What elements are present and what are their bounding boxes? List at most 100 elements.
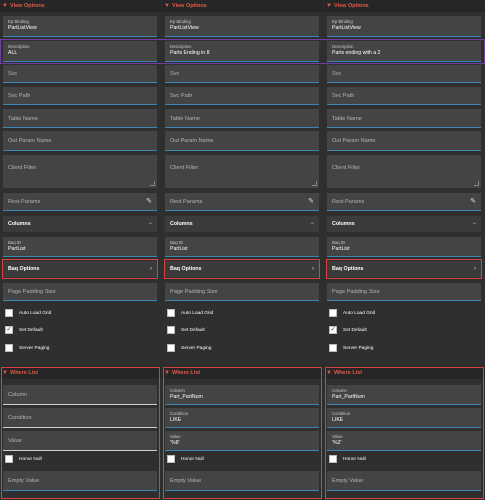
baq-id-field[interactable]: Baq ID PartList <box>3 237 157 257</box>
out-param-name-field[interactable]: Out Param Name <box>327 131 481 151</box>
view-options-title: View Options <box>334 3 369 9</box>
rest-params-field-placeholder: Rest Params <box>170 199 203 205</box>
chevron-down-icon: ▼ <box>164 3 170 9</box>
resize-grip-icon[interactable] <box>150 181 155 186</box>
svc-path-field[interactable]: Svc Path <box>165 87 319 105</box>
ep-binding-field-value: PartListView <box>170 25 199 31</box>
svc-field[interactable]: Svc <box>3 65 157 83</box>
client-filter-field[interactable]: Client Filter <box>3 155 157 188</box>
auto-load-grid-checkbox[interactable]: Auto Load Grid <box>5 309 51 317</box>
out-param-name-field[interactable]: Out Param Name <box>165 131 319 151</box>
view-options-title: View Options <box>172 3 207 9</box>
ep-binding-field[interactable]: Ep Binding PartListView <box>3 16 157 37</box>
set-default-checkbox[interactable]: Set Default <box>167 326 205 334</box>
rest-params-field[interactable]: Rest Params ✎ <box>165 193 319 211</box>
auto-load-grid-checkbox[interactable]: Auto Load Grid <box>167 309 213 317</box>
set-default-checkbox[interactable]: ✓ Set Default <box>329 326 367 334</box>
auto-load-grid-checkbox[interactable]: Auto Load Grid <box>329 309 375 317</box>
baq-options-highlight <box>164 259 320 279</box>
server-paging-checkbox-box[interactable] <box>5 344 13 352</box>
auto-load-grid-checkbox-box[interactable] <box>167 309 175 317</box>
client-filter-field[interactable]: Client Filter <box>327 155 481 188</box>
auto-load-grid-checkbox-label: Auto Load Grid <box>181 310 214 316</box>
client-filter-field[interactable]: Client Filter <box>165 155 319 188</box>
ep-binding-field[interactable]: Ep Binding PartListView <box>327 16 481 37</box>
rest-params-field-placeholder: Rest Params <box>332 199 365 205</box>
client-filter-field-placeholder: Client Filter <box>8 165 37 171</box>
view-options-header[interactable]: ▼ View Options <box>0 0 161 12</box>
ep-binding-field-label: Ep Binding <box>332 19 353 24</box>
page-padding-size-field[interactable]: Page Padding Size <box>165 283 319 301</box>
page-padding-size-field-placeholder: Page Padding Size <box>170 289 218 295</box>
server-paging-checkbox-label: Server Paging <box>343 345 374 351</box>
minus-icon[interactable]: − <box>148 221 152 227</box>
server-paging-checkbox[interactable]: Server Paging <box>329 344 373 352</box>
svc-path-field[interactable]: Svc Path <box>327 87 481 105</box>
svc-field-placeholder: Svc <box>332 71 342 77</box>
svc-field-placeholder: Svc <box>170 71 180 77</box>
baq-id-field-label: Baq ID <box>332 240 346 245</box>
client-filter-field-placeholder: Client Filter <box>332 165 361 171</box>
page-padding-size-field[interactable]: Page Padding Size <box>3 283 157 301</box>
minus-icon[interactable]: − <box>472 221 476 227</box>
server-paging-checkbox[interactable]: Server Paging <box>167 344 211 352</box>
view-options-header[interactable]: ▼ View Options <box>324 0 485 12</box>
svc-field[interactable]: Svc <box>165 65 319 83</box>
out-param-name-field-placeholder: Out Param Name <box>170 138 214 144</box>
pencil-icon[interactable]: ✎ <box>470 197 476 205</box>
table-name-field[interactable]: Table Name <box>327 109 481 128</box>
page-padding-size-field-placeholder: Page Padding Size <box>8 289 56 295</box>
server-paging-checkbox-box[interactable] <box>167 344 175 352</box>
ep-binding-field-value: PartListView <box>8 25 37 31</box>
set-default-checkbox-label: Set Default <box>343 327 367 333</box>
chevron-down-icon: ▼ <box>326 3 332 9</box>
resize-grip-icon[interactable] <box>474 181 479 186</box>
svc-field[interactable]: Svc <box>327 65 481 83</box>
baq-options-highlight <box>326 259 482 279</box>
auto-load-grid-checkbox-box[interactable] <box>5 309 13 317</box>
out-param-name-field[interactable]: Out Param Name <box>3 131 157 151</box>
chevron-down-icon: ▼ <box>2 3 8 9</box>
page-padding-size-field[interactable]: Page Padding Size <box>327 283 481 301</box>
auto-load-grid-checkbox-box[interactable] <box>329 309 337 317</box>
where-list-highlight <box>1 367 160 499</box>
baq-id-field[interactable]: Baq ID PartList <box>165 237 319 257</box>
table-name-field[interactable]: Table Name <box>165 109 319 128</box>
svc-path-field-placeholder: Svc Path <box>332 93 355 99</box>
where-list-highlight <box>163 367 322 499</box>
baq-id-field[interactable]: Baq ID PartList <box>327 237 481 257</box>
server-paging-checkbox[interactable]: Server Paging <box>5 344 49 352</box>
server-paging-checkbox-box[interactable] <box>329 344 337 352</box>
check-icon[interactable]: ✓ <box>5 326 13 334</box>
set-default-checkbox[interactable]: ✓ Set Default <box>5 326 43 334</box>
table-name-field[interactable]: Table Name <box>3 109 157 128</box>
resize-grip-icon[interactable] <box>312 181 317 186</box>
description-row-highlight <box>0 39 485 64</box>
svc-path-field-placeholder: Svc Path <box>170 93 193 99</box>
client-filter-field-placeholder: Client Filter <box>170 165 199 171</box>
pencil-icon[interactable]: ✎ <box>146 197 152 205</box>
ep-binding-field[interactable]: Ep Binding PartListView <box>165 16 319 37</box>
columns-section-header[interactable]: Columns − <box>327 216 481 232</box>
columns-title: Columns <box>8 221 31 227</box>
svc-path-field[interactable]: Svc Path <box>3 87 157 105</box>
baq-id-field-value: PartList <box>8 246 26 252</box>
baq-id-field-label: Baq ID <box>170 240 184 245</box>
minus-icon[interactable]: − <box>310 221 314 227</box>
auto-load-grid-checkbox-label: Auto Load Grid <box>343 310 376 316</box>
ep-binding-field-label: Ep Binding <box>170 19 191 24</box>
set-default-checkbox-box[interactable] <box>167 326 175 334</box>
set-default-checkbox-label: Set Default <box>19 327 43 333</box>
baq-options-highlight <box>2 259 158 279</box>
columns-section-header[interactable]: Columns − <box>165 216 319 232</box>
rest-params-field[interactable]: Rest Params ✎ <box>327 193 481 211</box>
rest-params-field-placeholder: Rest Params <box>8 199 41 205</box>
check-icon[interactable]: ✓ <box>329 326 337 334</box>
baq-id-field-value: PartList <box>170 246 188 252</box>
where-list-highlight <box>325 367 484 499</box>
columns-section-header[interactable]: Columns − <box>3 216 157 232</box>
rest-params-field[interactable]: Rest Params ✎ <box>3 193 157 211</box>
pencil-icon[interactable]: ✎ <box>308 197 314 205</box>
svc-field-placeholder: Svc <box>8 71 18 77</box>
view-options-header[interactable]: ▼ View Options <box>162 0 323 12</box>
